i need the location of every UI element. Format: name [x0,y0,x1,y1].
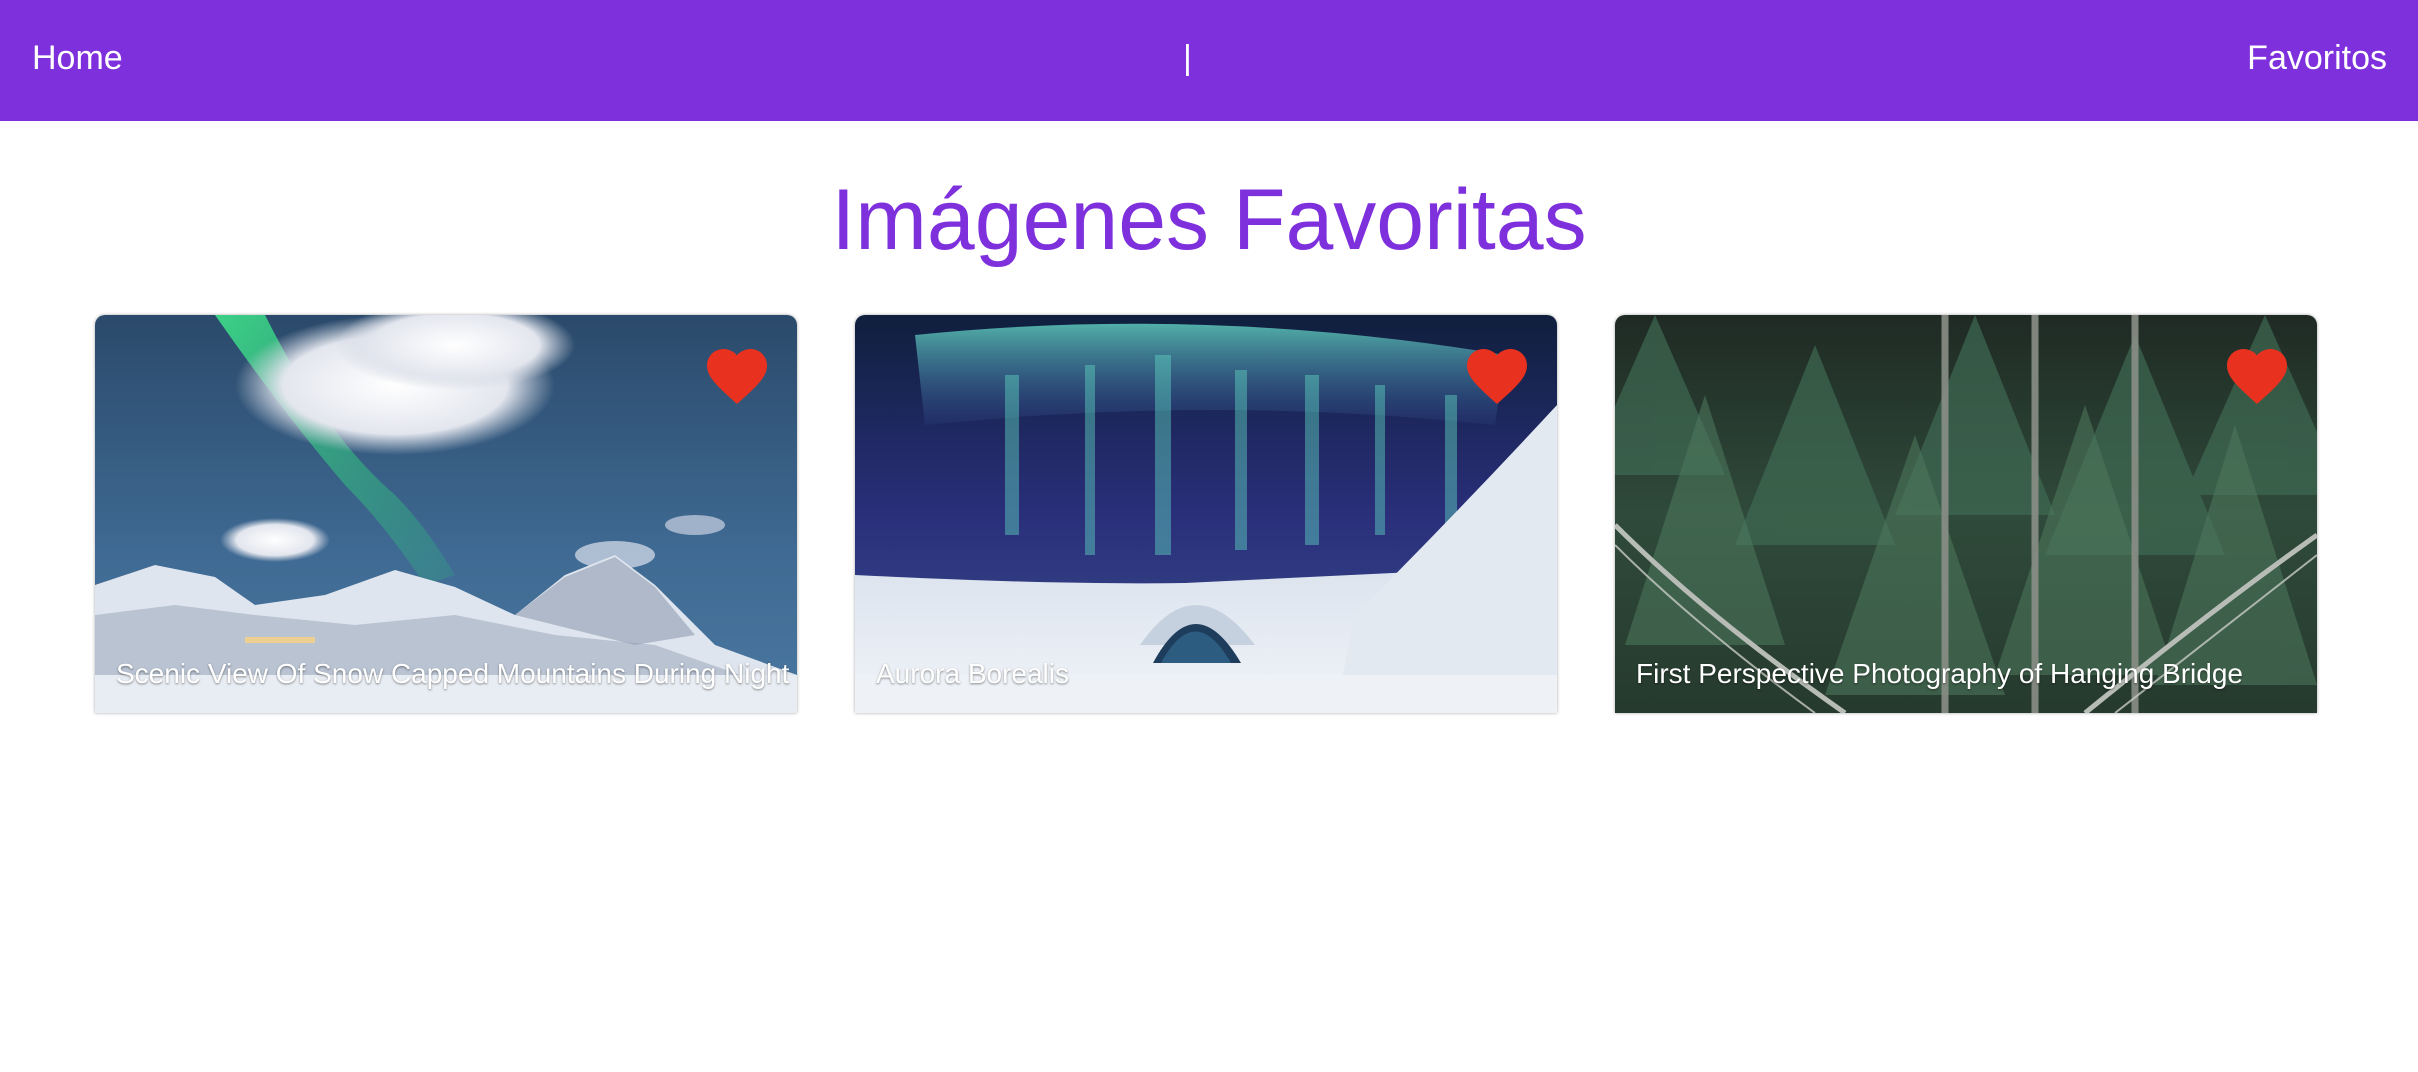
nav-favorites-link[interactable]: Favoritos [2247,36,2387,80]
page-title: Imágenes Favoritas [831,172,1587,268]
heart-icon[interactable] [2221,340,2293,406]
heart-icon[interactable] [1461,340,1533,406]
card-caption: Scenic View Of Snow Capped Mountains Dur… [116,658,790,689]
top-navbar: Home | Favoritos [0,0,2418,121]
card-caption: Aurora Borealis [876,658,1069,689]
favorite-card[interactable]: Aurora Borealis [855,315,1557,713]
favorite-card[interactable]: First Perspective Photography of Hanging… [1615,315,2317,713]
card-image-aurora [855,315,1557,713]
nav-home-link[interactable]: Home [32,36,123,80]
card-image-bridge [1615,315,2317,713]
favorite-card[interactable]: Scenic View Of Snow Capped Mountains Dur… [95,315,797,713]
card-image-mountains [95,315,797,713]
nav-separator: | [1183,39,1192,77]
card-caption: First Perspective Photography of Hanging… [1636,658,2243,689]
heart-icon[interactable] [701,340,773,406]
